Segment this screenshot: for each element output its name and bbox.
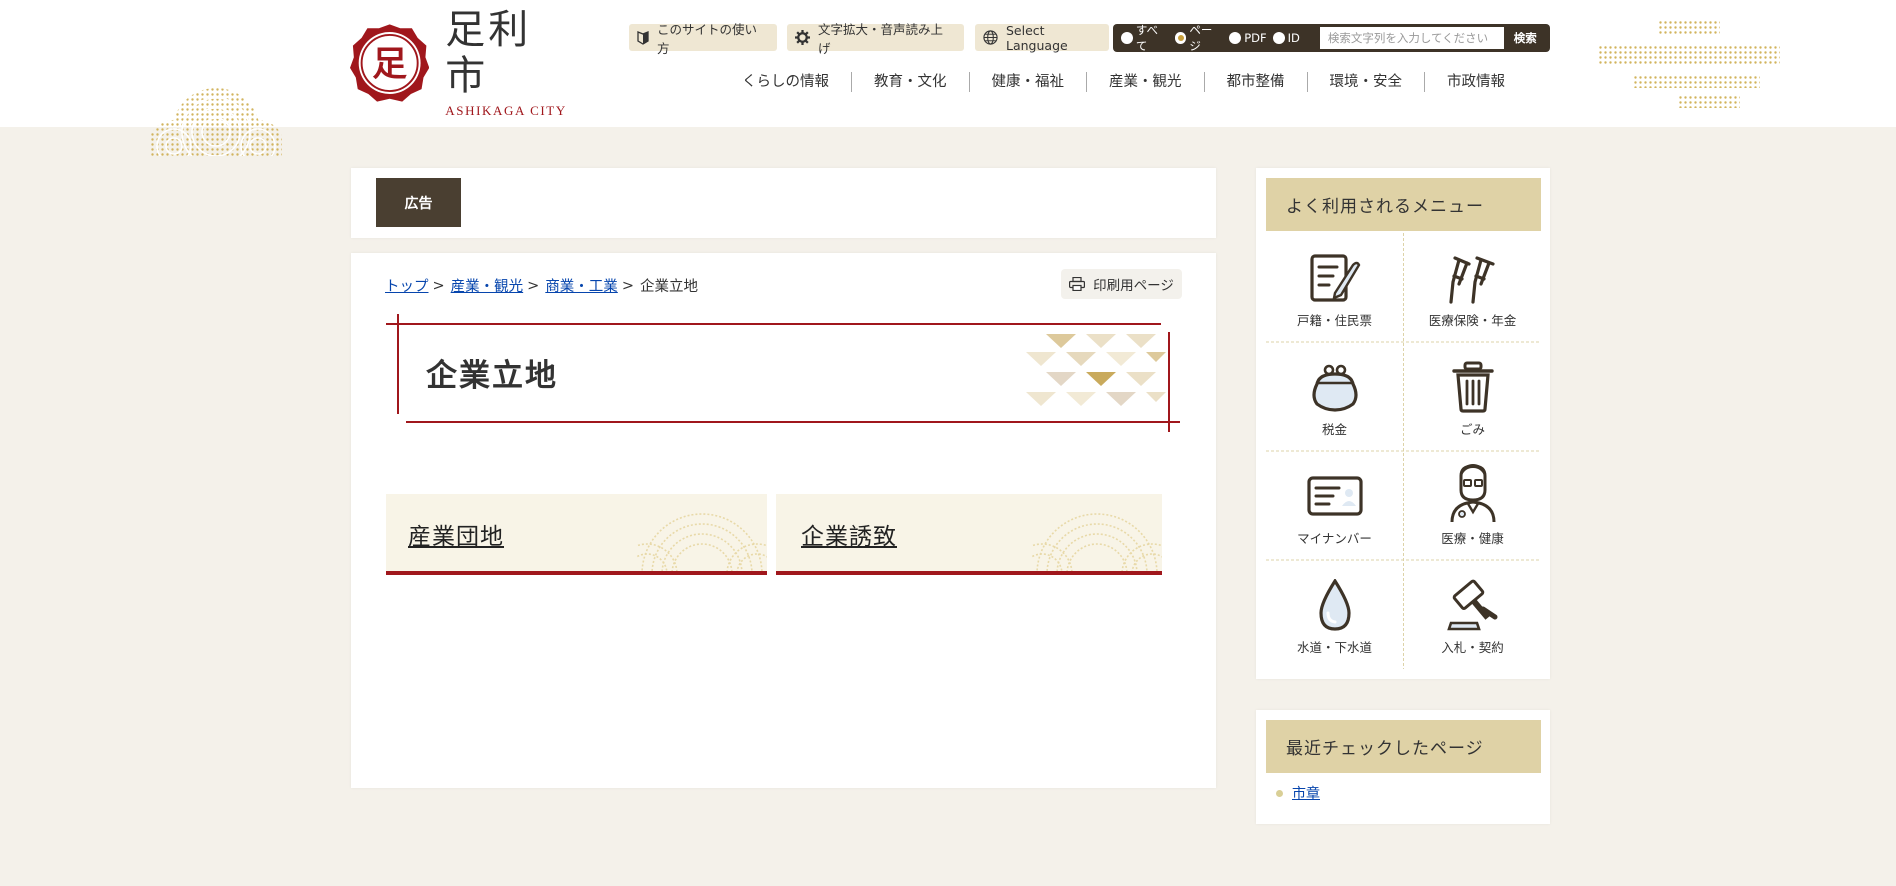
search-bar: すべて ページ PDF ID 検索	[1113, 22, 1550, 54]
print-page-label: 印刷用ページ	[1093, 278, 1174, 294]
list-bullet	[1276, 789, 1283, 797]
printer-icon	[1069, 277, 1086, 291]
card-label: 企業誘致	[801, 524, 897, 550]
ad-label: 広告	[376, 178, 461, 227]
menu-bidding-contracts[interactable]: 入札・契約	[1404, 560, 1541, 669]
how-to-use-label: このサイトの使い方	[657, 21, 758, 56]
triangle-pattern-decoration	[1026, 334, 1166, 406]
seigaiha-wave-decoration	[1032, 513, 1162, 571]
menu-garbage[interactable]: ごみ	[1404, 342, 1541, 451]
recent-item-city-emblem[interactable]: 市章	[1292, 783, 1320, 803]
card-business-attraction[interactable]: 企業誘致	[776, 494, 1162, 575]
gnav-environment[interactable]: 環境・安全	[1308, 72, 1425, 92]
seigaiha-wave-decoration	[150, 88, 282, 156]
gnav-living[interactable]: くらしの情報	[720, 72, 852, 92]
gnav-municipal[interactable]: 市政情報	[1425, 72, 1527, 92]
menu-taxes[interactable]: 税金	[1266, 342, 1403, 451]
gavel-icon	[1446, 579, 1499, 631]
document-pen-icon	[1307, 252, 1363, 304]
page-title: 企業立地	[426, 358, 558, 394]
global-nav: くらしの情報 教育・文化 健康・福祉 産業・観光 都市整備 環境・安全 市政情報	[720, 68, 1527, 96]
search-input[interactable]	[1319, 27, 1504, 49]
menu-medical-health[interactable]: 医療・健康	[1404, 451, 1541, 560]
select-language-button[interactable]: Select Language	[975, 22, 1109, 53]
frequent-menu-heading: よく利用されるメニュー	[1266, 178, 1541, 231]
gear-icon	[795, 30, 810, 45]
seigaiha-wave-decoration	[637, 513, 767, 571]
coin-purse-icon	[1309, 361, 1361, 413]
gnav-urban[interactable]: 都市整備	[1205, 72, 1308, 92]
breadcrumb-top[interactable]: トップ	[385, 275, 429, 296]
menu-medical-insurance-pension[interactable]: 医療保険・年金	[1404, 233, 1541, 342]
site-logo[interactable]: 足 足利市 ASHIKAGA CITY	[350, 7, 570, 118]
card-label: 産業団地	[408, 524, 504, 550]
site-subtitle: ASHIKAGA CITY	[445, 103, 567, 118]
site-header: 足 足利市 ASHIKAGA CITY このサイトの使い方 文字拡大・音声読み上…	[0, 0, 1896, 156]
breadcrumb-current: 企業立地	[639, 279, 698, 295]
search-button[interactable]: 検索	[1503, 27, 1547, 49]
gnav-industry[interactable]: 産業・観光	[1087, 72, 1205, 92]
frequent-menu-grid: 戸籍・住民票 医療保険・年金 税金 ごみ マイナンバー 医療・健康 水道・下水道…	[1266, 233, 1541, 669]
gnav-education[interactable]: 教育・文化	[852, 72, 970, 92]
city-emblem-icon: 足	[350, 24, 430, 102]
search-scope-pdf[interactable]: PDF	[1229, 31, 1267, 45]
breadcrumb-commerce[interactable]: 商業・工業	[545, 275, 618, 296]
ad-panel	[351, 168, 1216, 238]
search-scope-page[interactable]: ページ	[1174, 22, 1224, 54]
text-size-voice-button[interactable]: 文字拡大・音声読み上げ	[787, 22, 964, 56]
how-to-use-button[interactable]: このサイトの使い方	[629, 22, 777, 56]
id-card-icon	[1306, 470, 1363, 522]
cloud-dot-decoration	[1598, 20, 1780, 108]
menu-family-register[interactable]: 戸籍・住民票	[1266, 233, 1403, 342]
breadcrumb: トップ > 産業・観光 > 商業・工業 > 企業立地	[385, 275, 698, 296]
search-scope-id[interactable]: ID	[1272, 31, 1300, 45]
search-scope-all[interactable]: すべて	[1121, 22, 1169, 54]
doctor-icon	[1448, 464, 1498, 522]
site-title: 足利市	[445, 7, 532, 99]
trash-can-icon	[1451, 361, 1495, 413]
menu-my-number[interactable]: マイナンバー	[1266, 451, 1403, 560]
card-industrial-park[interactable]: 産業団地	[386, 494, 767, 575]
water-drop-icon	[1318, 579, 1352, 631]
menu-water-sewerage[interactable]: 水道・下水道	[1266, 560, 1403, 669]
globe-icon	[983, 30, 998, 45]
select-language-label: Select Language	[1006, 22, 1068, 53]
recent-pages-list: 市章	[1276, 783, 1320, 803]
recent-pages-heading: 最近チェックしたページ	[1266, 720, 1541, 773]
beginner-mark-icon	[637, 30, 649, 45]
breadcrumb-industry[interactable]: 産業・観光	[451, 275, 524, 296]
crutches-icon	[1445, 252, 1501, 304]
text-size-voice-label: 文字拡大・音声読み上げ	[818, 21, 944, 56]
print-page-button[interactable]: 印刷用ページ	[1061, 269, 1182, 299]
emblem-char: 足	[372, 44, 407, 85]
gnav-health[interactable]: 健康・福祉	[970, 72, 1087, 92]
